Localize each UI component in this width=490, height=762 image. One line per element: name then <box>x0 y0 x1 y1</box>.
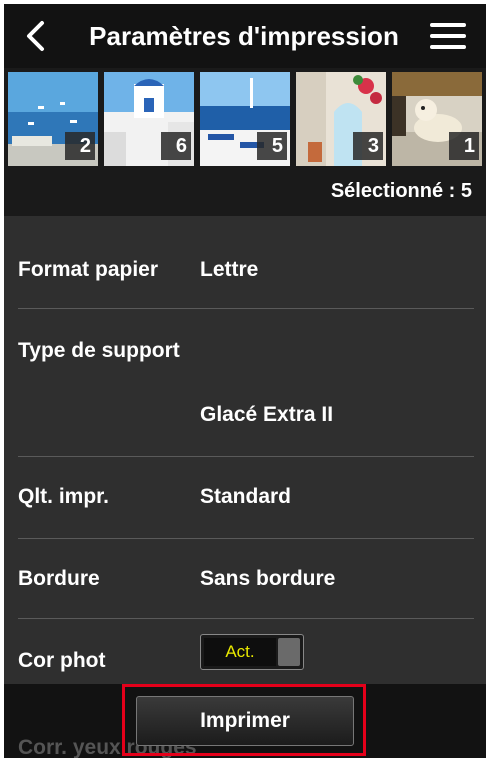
photo-thumbnail[interactable]: 3 <box>296 72 386 166</box>
photo-thumbnail[interactable]: 1 <box>392 72 482 166</box>
photo-thumbnail[interactable]: 5 <box>200 72 290 166</box>
setting-value: Lettre <box>200 258 259 281</box>
setting-label: Type de support <box>18 339 180 362</box>
settings-list: Format papier Lettre Type de support Gla… <box>4 216 486 684</box>
app-screen: Paramètres d'impression 2 6 5 3 1 Sélect… <box>4 4 486 758</box>
setting-row-paper-size[interactable]: Format papier Lettre <box>4 216 486 308</box>
selected-count: Sélectionné : 5 <box>330 180 472 202</box>
chevron-left-icon <box>27 21 44 51</box>
hamburger-menu-icon <box>430 23 466 49</box>
setting-label: Format papier <box>18 258 159 281</box>
setting-label: Qlt. impr. <box>18 485 110 508</box>
highlight-frame <box>122 684 366 756</box>
setting-value: Sans bordure <box>200 567 336 590</box>
setting-row-photo-correction: Cor phot Act. <box>4 619 486 684</box>
copy-count-badge: 2 <box>65 132 95 160</box>
setting-value: Standard <box>200 485 292 508</box>
setting-row-border[interactable]: Bordure Sans bordure <box>4 539 486 619</box>
setting-label: Bordure <box>18 567 100 590</box>
photo-thumbnail[interactable]: 6 <box>104 72 194 166</box>
copy-count-badge: 5 <box>257 132 287 160</box>
toggle-state-label: Act. <box>204 638 276 666</box>
copy-count-badge: 3 <box>353 132 383 160</box>
page-title: Paramètres d'impression <box>89 21 399 51</box>
thumbnail-strip[interactable]: 2 6 5 3 1 <box>4 68 486 172</box>
menu-button[interactable] <box>428 18 468 54</box>
photo-thumbnail[interactable]: 2 <box>8 72 98 166</box>
setting-row-print-quality[interactable]: Qlt. impr. Standard <box>4 457 486 539</box>
selection-bar: Sélectionné : 5 <box>4 172 486 216</box>
setting-label: Cor phot <box>18 649 106 672</box>
setting-row-media-type[interactable]: Type de support Glacé Extra II <box>4 309 486 455</box>
header-bar: Paramètres d'impression <box>4 4 486 68</box>
toggle-knob <box>278 638 300 666</box>
copy-count-badge: 1 <box>449 132 479 160</box>
setting-value: Glacé Extra II <box>200 403 334 426</box>
copy-count-badge: 6 <box>161 132 191 160</box>
photo-correction-toggle[interactable]: Act. <box>200 634 304 670</box>
back-button[interactable] <box>18 18 54 54</box>
